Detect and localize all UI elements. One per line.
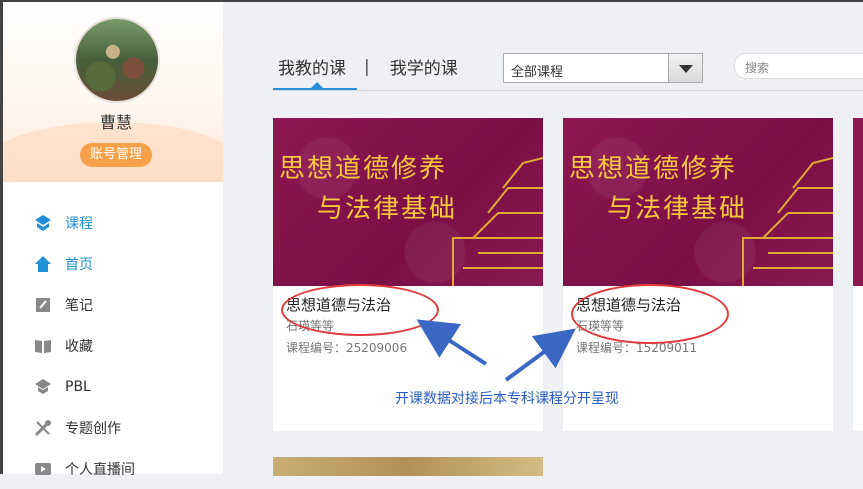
course-tabs: 我教的课 | 我学的课 (278, 54, 458, 80)
pbl-icon (33, 377, 53, 397)
highlight-ellipse (281, 284, 439, 336)
chevron-down-icon[interactable] (668, 54, 702, 82)
sidebar-item-favorites[interactable]: 收藏 (3, 325, 223, 366)
sidebar-item-notes[interactable]: 笔记 (3, 284, 223, 325)
search-placeholder: 搜索 (745, 61, 770, 75)
sidebar: 曹慧 账号管理 课程 首页 笔记 收藏 PBL 专题创作 个人直播间 (0, 2, 223, 478)
sidebar-item-course[interactable]: 课程 (3, 202, 223, 243)
active-tab-caret (311, 82, 323, 88)
cover-title-line2: 与法律基础 (607, 194, 748, 224)
course-cover-image (853, 118, 863, 286)
live-icon (33, 459, 53, 479)
course-code: 课程编号：25209006 (286, 341, 408, 355)
course-filter-value: 全部课程 (511, 65, 564, 80)
tools-icon (33, 418, 53, 438)
avatar[interactable] (74, 17, 160, 103)
book-icon (33, 336, 53, 356)
sidebar-item-label: PBL (65, 378, 91, 395)
sidebar-item-home[interactable]: 首页 (3, 243, 223, 284)
home-icon (33, 254, 53, 274)
course-cover-image[interactable]: 思想道德修养 与法律基础 (563, 118, 833, 286)
course-card[interactable]: 思想道德修养 与法律基础 思想道德与法治 石瑛等等 课程编号：25209006 (273, 118, 543, 431)
sidebar-item-label: 笔记 (65, 297, 93, 314)
sidebar-item-label: 专题创作 (65, 420, 121, 437)
course-filter-select[interactable]: 全部课程 (503, 53, 703, 83)
highlight-ellipse (571, 284, 729, 344)
sidebar-item-label: 个人直播间 (65, 461, 135, 478)
annotation-text: 开课数据对接后本专科课程分开呈现 (395, 391, 619, 407)
course-card-partial[interactable] (853, 118, 863, 431)
cover-title-line1: 思想道德修养 (569, 154, 738, 184)
sidebar-item-live-room[interactable]: 个人直播间 (3, 448, 223, 489)
course-icon (33, 213, 53, 233)
search-input[interactable]: 搜索 (734, 53, 863, 79)
course-card-next-row[interactable] (273, 457, 543, 476)
sidebar-item-label: 首页 (65, 256, 93, 273)
sidebar-item-pbl[interactable]: PBL (3, 366, 223, 407)
sidebar-item-topic-creation[interactable]: 专题创作 (3, 407, 223, 448)
cover-title-line1: 思想道德修养 (279, 154, 448, 184)
sidebar-item-label: 课程 (65, 215, 93, 232)
tab-separator: | (364, 56, 370, 77)
account-management-button[interactable]: 账号管理 (80, 143, 152, 167)
tab-teaching[interactable]: 我教的课 (278, 54, 346, 79)
tab-learning[interactable]: 我学的课 (390, 54, 458, 79)
sidebar-item-label: 收藏 (65, 338, 93, 355)
user-name: 曹慧 (99, 113, 132, 132)
tabs-divider (273, 90, 863, 91)
note-icon (33, 295, 53, 315)
main-content: 我教的课 | 我学的课 全部课程 搜索 思想道德修养 与法律基础 思想道德与法治… (223, 2, 863, 476)
cover-title-line2: 与法律基础 (317, 194, 458, 224)
course-cover-image[interactable]: 思想道德修养 与法律基础 (273, 118, 543, 286)
course-card[interactable]: 思想道德修养 与法律基础 思想道德与法治 石瑛等等 课程编号：15209011 (563, 118, 833, 431)
sidebar-nav: 课程 首页 笔记 收藏 PBL 专题创作 个人直播间 (3, 202, 223, 489)
